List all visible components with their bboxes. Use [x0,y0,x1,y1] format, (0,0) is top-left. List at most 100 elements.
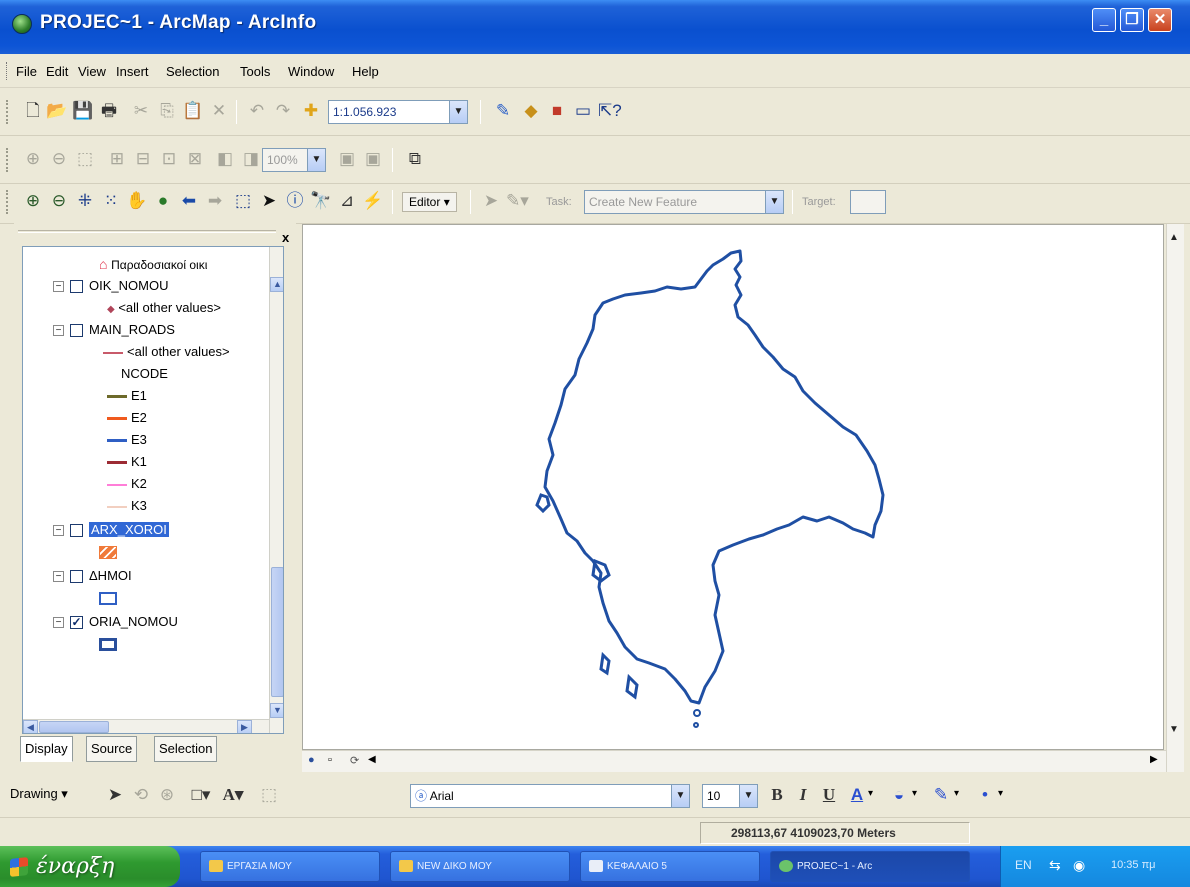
arccatalog-icon[interactable]: ◆ [520,100,542,122]
list-item[interactable]: ⌂ Παραδοσιακοί οικι [99,253,207,275]
copy-icon[interactable]: ⎘ [156,100,178,122]
toc-horizontal-scrollbar[interactable]: ◀ ▶ [23,719,269,733]
delete-icon[interactable]: ✕ [208,100,230,122]
measure-icon[interactable]: ⊿ [336,190,358,212]
chevron-down-icon[interactable]: ▼ [739,785,757,807]
drawing-menu-button[interactable]: Drawing ▾ [10,786,68,802]
scroll-down-icon[interactable]: ▼ [270,703,283,718]
menu-insert[interactable]: Insert [116,64,149,79]
whats-this-icon[interactable]: ⇱? [598,100,622,122]
sketch-pencil-icon[interactable]: ✎▾ [506,190,529,212]
zoom-out-page-icon[interactable]: ⊖ [48,148,70,170]
marker-color-icon[interactable]: • [974,784,996,806]
collapse-toggle-icon[interactable]: − [53,525,64,537]
identify-icon[interactable]: ⓘ [284,190,306,212]
select-features-icon[interactable]: ⬚ [232,190,254,212]
full-extent-globe-icon[interactable]: ● [152,190,174,212]
scroll-left-icon[interactable]: ◀ [368,754,376,765]
new-icon[interactable]: 🗋 [22,100,44,122]
collapse-toggle-icon[interactable]: − [53,325,64,337]
layer-visibility-checkbox[interactable] [70,324,83,338]
clock[interactable]: 10:35 πμ [1111,859,1156,871]
toolbar-handle[interactable] [6,100,9,124]
arctoolbox-icon[interactable]: ■ [546,100,568,122]
menu-help[interactable]: Help [352,64,379,79]
print-icon[interactable]: 🖶 [98,100,120,122]
fixed-zoom-in-icon[interactable]: ⊡ [158,148,180,170]
undo-icon[interactable]: ↶ [246,100,268,122]
layer-visibility-checkbox[interactable] [70,280,83,294]
toolbar-handle[interactable] [6,148,9,172]
toc-close-button[interactable]: x [282,230,289,245]
minimize-button[interactable]: _ [1092,8,1116,32]
fixed-zoom-out-icon[interactable]: ⁙ [100,190,122,212]
scroll-up-icon[interactable]: ▲ [1169,232,1179,243]
toggle-draft-icon[interactable]: ▣ [336,148,358,170]
menu-selection[interactable]: Selection [166,64,219,79]
menu-edit[interactable]: Edit [46,64,68,79]
menu-bar-handle[interactable] [6,62,9,80]
menu-window[interactable]: Window [288,64,334,79]
forward-extent-icon[interactable]: ◨ [240,148,262,170]
open-icon[interactable]: 📂 [46,100,68,122]
font-size-combo[interactable]: 10 ▼ [702,784,758,808]
fixed-zoom-out-icon[interactable]: ⊠ [184,148,206,170]
font-combo[interactable]: ⓐ Arial ▼ [410,784,690,808]
find-binoculars-icon[interactable]: 🔭 [310,190,332,212]
zoom-out-icon[interactable]: ⊖ [48,190,70,212]
scroll-right-icon[interactable]: ▶ [1150,754,1158,765]
toc-vertical-scrollbar[interactable]: ▲ ▼ [269,247,283,733]
network-icon[interactable]: ⇆ [1049,857,1061,874]
chevron-down-icon[interactable]: ▼ [307,149,325,171]
tab-source[interactable]: Source [86,736,138,762]
rotate-icon[interactable]: ⟲ [130,784,152,806]
add-data-icon[interactable]: ✚ [300,100,322,122]
layer-row-oria-nomou[interactable]: − ✓ ORIA_NOMOU [53,611,178,633]
layer-row-oik-nomou[interactable]: − OIK_NOMOU [53,275,168,297]
zoom-in-icon[interactable]: ⊕ [22,190,44,212]
maximize-button[interactable]: ❐ [1120,8,1144,32]
map-vertical-scrollbar[interactable]: ▲ ▼ [1166,224,1184,772]
data-view-button-icon[interactable]: ● [308,754,315,766]
collapse-toggle-icon[interactable]: − [53,571,64,583]
scroll-thumb[interactable] [271,567,283,697]
menu-view[interactable]: View [78,64,106,79]
bold-button[interactable]: B [766,784,788,806]
tab-selection[interactable]: Selection [154,736,218,762]
underline-button[interactable]: U [818,784,840,806]
hyperlink-icon[interactable]: ⚡ [362,190,384,212]
taskbar-item-document[interactable]: ΚΕΦΑΛΑΙΟ 5 [580,851,760,882]
menu-tools[interactable]: Tools [240,64,270,79]
scroll-left-icon[interactable]: ◀ [23,720,38,733]
command-line-icon[interactable]: ▭ [572,100,594,122]
back-arrow-icon[interactable]: ⬅ [178,190,200,212]
chevron-down-icon[interactable]: ▼ [671,785,689,807]
zoom-100-icon[interactable]: ⊟ [132,148,154,170]
paste-icon[interactable]: 📋 [182,100,204,122]
toolbar-handle[interactable] [6,190,9,214]
editor-menu-button[interactable]: Editor ▾ [402,192,457,212]
chevron-down-icon[interactable]: ▾ [954,788,959,799]
collapse-toggle-icon[interactable]: − [53,617,64,629]
chevron-down-icon[interactable]: ▼ [765,191,783,213]
security-shield-icon[interactable]: ◉ [1073,857,1085,874]
line-color-icon[interactable]: ✎ [930,784,952,806]
save-icon[interactable]: 💾 [72,100,94,122]
layer-row-main-roads[interactable]: − MAIN_ROADS [53,319,175,341]
start-button[interactable]: έναρξη [0,846,180,887]
layout-view-button-icon[interactable]: ▫ [328,754,332,766]
target-combo[interactable] [850,190,886,214]
edit-tool-icon[interactable]: ➤ [480,190,502,212]
close-button[interactable]: ✕ [1148,8,1172,32]
editor-toolbar-icon[interactable]: ✎ [492,100,514,122]
scroll-thumb[interactable] [39,721,109,733]
pan-hand-icon[interactable]: ✋ [126,190,148,212]
collapse-toggle-icon[interactable]: − [53,281,64,293]
pan-page-icon[interactable]: ⬚ [74,148,96,170]
map-horizontal-scrollbar[interactable]: ● ▫ ⟳ ◀ ▶ [302,750,1166,772]
redo-icon[interactable]: ↷ [272,100,294,122]
scroll-right-icon[interactable]: ▶ [237,720,252,733]
map-scale-combo[interactable]: 1:1.056.923 ▼ [328,100,468,124]
taskbar-item-folder-1[interactable]: ΕΡΓΑΣΙΑ ΜΟΥ [200,851,380,882]
scroll-down-icon[interactable]: ▼ [1169,724,1179,735]
